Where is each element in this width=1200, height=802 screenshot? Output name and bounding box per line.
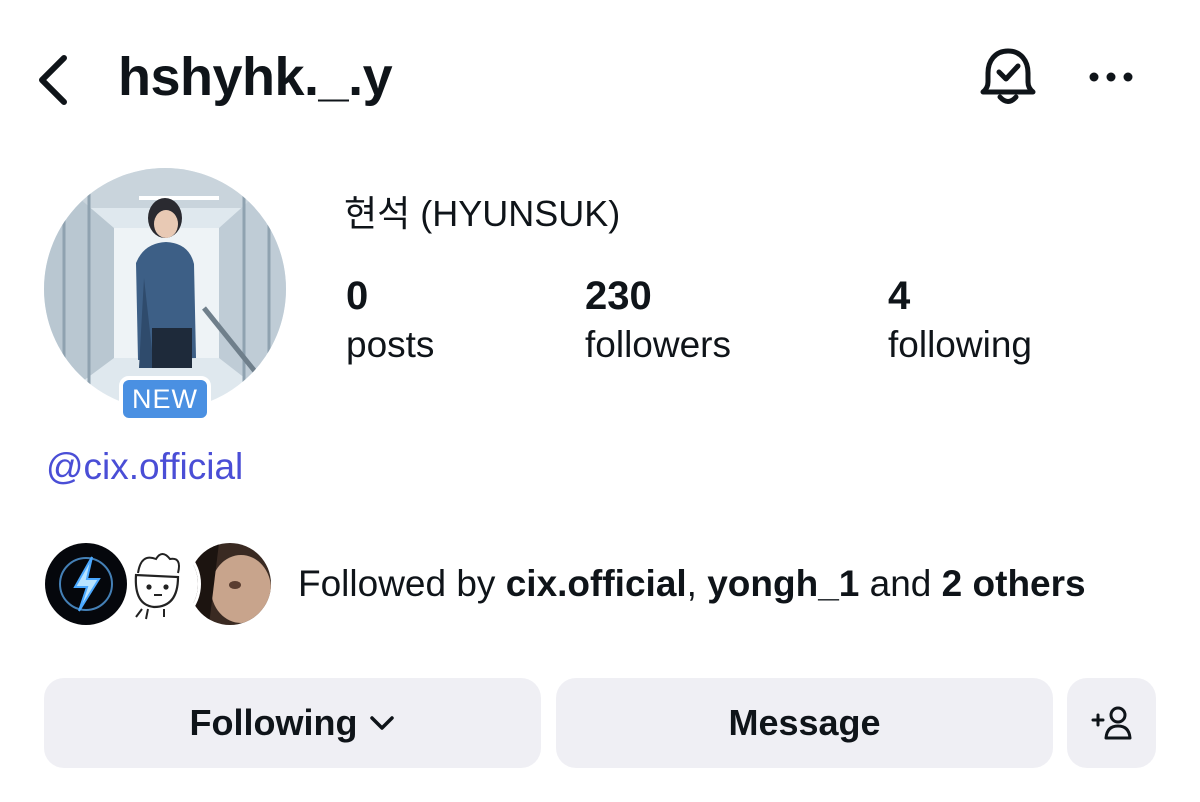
- more-horizontal-icon: [1089, 72, 1133, 82]
- followers-label: followers: [585, 324, 731, 365]
- stat-followers[interactable]: 230 followers: [585, 272, 731, 368]
- message-button-label: Message: [728, 702, 881, 743]
- following-button-label: Following: [189, 702, 358, 743]
- following-count: 4: [888, 274, 911, 318]
- profile-avatar[interactable]: [44, 168, 286, 410]
- avatar-photo: [44, 168, 286, 410]
- followed-by-prefix: Followed by: [298, 563, 506, 604]
- display-name: 현석 (HYUNSUK): [344, 193, 621, 234]
- new-badge: NEW: [119, 376, 211, 422]
- mutual-follower-avatar[interactable]: [42, 540, 130, 628]
- followed-by-separator: ,: [686, 563, 708, 604]
- suggest-people-button[interactable]: [1067, 678, 1156, 768]
- followed-by-text: Followed by cix.official, yongh_1 and 2 …: [298, 560, 1086, 608]
- add-person-icon: [1091, 706, 1131, 740]
- posts-label: posts: [346, 324, 435, 365]
- message-button[interactable]: Message: [556, 678, 1053, 768]
- followers-count: 230: [585, 274, 652, 318]
- chevron-down-icon: [370, 716, 395, 730]
- photo-avatar-image: [189, 543, 271, 625]
- followed-by-user-link[interactable]: cix.official: [506, 563, 687, 604]
- followed-by-others-link[interactable]: 2 others: [942, 563, 1086, 604]
- posts-count: 0: [346, 274, 369, 318]
- notifications-button[interactable]: [975, 44, 1041, 110]
- followed-by-and: and: [859, 563, 942, 604]
- following-button[interactable]: Following: [44, 678, 541, 768]
- lightning-avatar-image: [45, 543, 127, 625]
- profile-username: hshyhk._.y: [118, 47, 393, 107]
- chevron-left-icon: [39, 55, 67, 105]
- followed-by-user-link[interactable]: yongh_1: [707, 563, 859, 604]
- more-options-button[interactable]: [1082, 55, 1140, 99]
- stat-posts[interactable]: 0 posts: [346, 272, 434, 368]
- back-button[interactable]: [30, 50, 80, 110]
- bell-check-icon: [980, 48, 1036, 104]
- bio-mention-link[interactable]: @cix.official: [46, 444, 243, 490]
- following-label: following: [888, 324, 1032, 365]
- stat-following[interactable]: 4 following: [888, 272, 1032, 368]
